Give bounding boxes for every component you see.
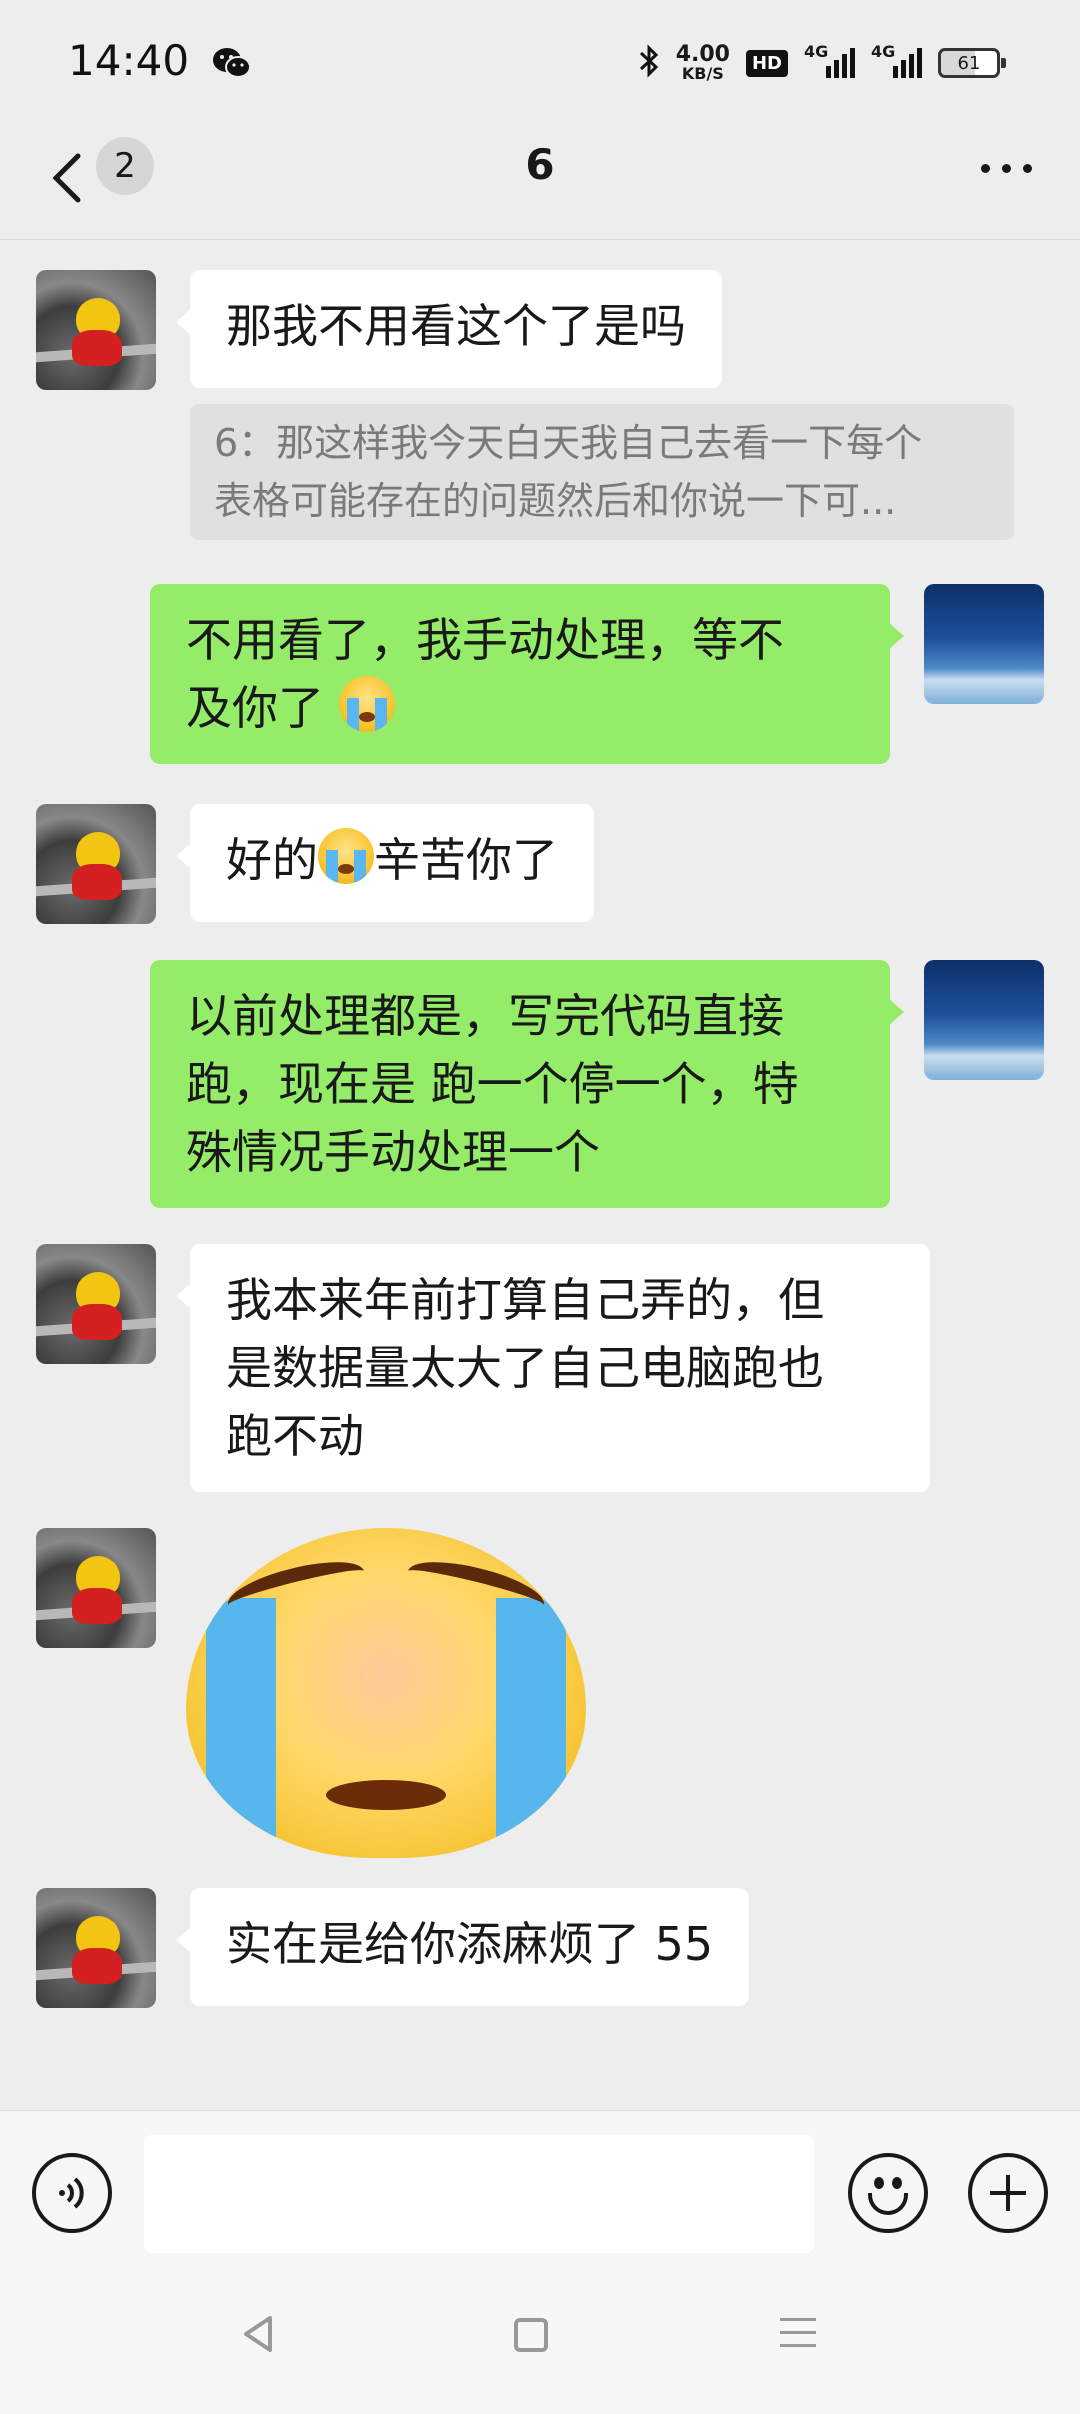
message-bubble-incoming[interactable]: 那我不用看这个了是吗 [176,270,722,388]
battery-level: 61 [957,52,981,74]
system-navigation-bar [0,2260,1080,2414]
friend-avatar[interactable] [36,1888,156,2008]
friend-avatar[interactable] [36,1528,156,1648]
chat-message-list[interactable]: 那我不用看这个了是吗 6：那这样我今天白天我自己去看一下每个 表格可能存在的问题… [0,242,1080,2110]
quote-line: 6：那这样我今天白天我自己去看一下每个 [214,421,923,465]
my-avatar[interactable] [924,584,1044,704]
my-avatar[interactable] [924,960,1044,1080]
chat-title: 6 [525,140,555,189]
message-bubble-incoming[interactable]: 实在是给你添麻烦了 55 [175,1888,750,2006]
quoted-message[interactable]: 6：那这样我今天白天我自己去看一下每个 表格可能存在的问题然后和你说一下可... [190,404,1014,540]
friend-avatar[interactable] [36,270,156,390]
wechat-icon [212,46,252,84]
quote-line: 表格可能存在的问题然后和你说一下可... [214,479,897,523]
net-speed-value: 4.00 [675,42,730,67]
signal-label: 4G [804,42,829,61]
system-recents-button[interactable] [780,2318,816,2357]
battery-icon: 61 [938,48,1006,78]
status-icons: 4.00 KB/S HD 4G 4G 61 [638,38,1006,88]
message-text: 辛苦你了 [374,833,558,887]
message-text: 那我不用看这个了是吗 [226,299,686,353]
status-time: 14:40 [68,36,190,85]
crying-emoji-icon [318,828,374,884]
signal-icon-2: 4G [871,42,922,78]
hd-badge: HD [745,49,788,77]
more-dot-icon [1022,163,1032,173]
voice-icon [59,2177,84,2209]
message-line: 以前处理都是，写完代码直接 [186,989,784,1043]
message-line: 我本来年前打算自己弄的，但 [226,1273,824,1327]
more-dot-icon [980,163,990,173]
signal-label-2: 4G [871,42,896,61]
message-bubble-incoming[interactable]: 好的 辛苦你了 [176,804,594,922]
friend-avatar[interactable] [36,804,156,924]
crying-face-sticker[interactable] [186,1528,586,1858]
emoji-icon [874,2177,884,2189]
message-input[interactable] [144,2135,814,2253]
more-dot-icon [1001,163,1011,173]
triangle-back-icon [244,2316,272,2352]
friend-avatar[interactable] [36,1244,156,1364]
input-bar [0,2110,1080,2260]
message-line: 是数据量太大了自己电脑跑也 [226,1341,824,1395]
message-bubble-outgoing[interactable]: 以前处理都是，写完代码直接 跑，现在是 跑一个停一个，特 殊情况手动处理一个 [150,960,904,1208]
bluetooth-icon [638,43,660,83]
laughing-tears-emoji-icon [338,676,395,732]
message-line: 不用看了，我手动处理，等不 [186,613,784,667]
net-speed-unit: KB/S [681,64,724,83]
message-line: 及你了 [186,681,324,735]
message-bubble-outgoing[interactable]: 不用看了，我手动处理，等不 及你了 [150,584,904,764]
message-text: 好的 [226,833,318,887]
status-bar: 14:40 4.00 KB/S HD 4G 4G 61 [0,0,1080,120]
more-options-button[interactable] [972,148,1040,188]
more-functions-button[interactable] [968,2153,1048,2233]
message-line: 殊情况手动处理一个 [186,1125,600,1179]
system-home-button[interactable] [514,2318,548,2352]
voice-input-button[interactable] [32,2153,112,2233]
message-text: 实在是给你添麻烦了 55 [226,1917,714,1971]
message-line: 跑不动 [226,1409,364,1463]
net-speed: 4.00 KB/S [676,44,730,82]
message-line: 跑，现在是 跑一个停一个，特 [186,1057,799,1111]
system-back-button[interactable] [240,2312,276,2360]
signal-icon: 4G [804,42,855,78]
emoji-button[interactable] [848,2153,928,2233]
message-bubble-incoming[interactable]: 我本来年前打算自己弄的，但 是数据量太大了自己电脑跑也 跑不动 [176,1244,930,1492]
